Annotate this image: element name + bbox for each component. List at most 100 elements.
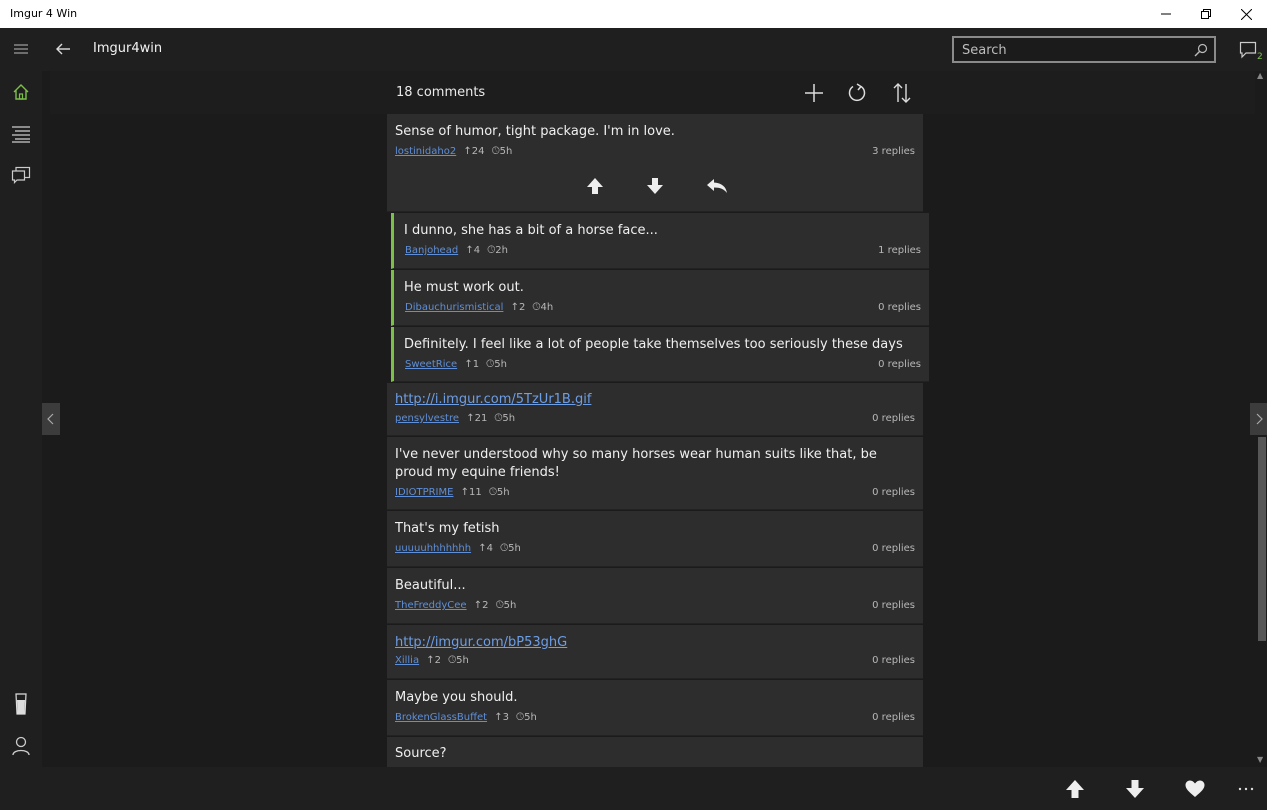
upvote-arrow-icon: ↑ xyxy=(510,302,519,313)
scroll-down-icon[interactable]: ▼ xyxy=(1257,755,1263,764)
comment-author-link[interactable]: IDIOTPRIME xyxy=(395,487,453,498)
comment-author-link[interactable]: Banjohead xyxy=(405,245,458,256)
comment-meta: Xillia ↑2 🕓︎5h xyxy=(395,655,469,666)
upvote-arrow-icon: ↑ xyxy=(466,413,475,424)
beer-glass-icon xyxy=(15,693,27,715)
comment-points: 2 xyxy=(518,302,526,313)
comment-item[interactable]: Sense of humor, tight package. I'm in lo… xyxy=(387,114,923,212)
scrollbar[interactable]: ▲ ▼ xyxy=(1257,71,1267,767)
comment-item[interactable]: Maybe you should. BrokenGlassBuffet ↑3 🕓… xyxy=(387,680,923,736)
replies-count[interactable]: 0 replies xyxy=(872,487,915,498)
upvote-icon xyxy=(1066,780,1084,798)
hamburger-menu-button[interactable] xyxy=(8,36,34,62)
replies-count[interactable]: 0 replies xyxy=(872,712,915,723)
comment-age: 5h xyxy=(494,359,507,370)
comment-item[interactable]: Source? xyxy=(387,737,923,767)
replies-count[interactable]: 0 replies xyxy=(872,543,915,554)
comment-text: That's my fetish xyxy=(395,521,500,536)
comments-list: Sense of humor, tight package. I'm in lo… xyxy=(387,114,929,767)
minimize-button[interactable] xyxy=(1146,0,1186,28)
comment-author-link[interactable]: TheFreddyCee xyxy=(395,600,467,611)
comment-item[interactable]: http://imgur.com/bP53ghG Xillia ↑2 🕓︎5h … xyxy=(387,625,923,679)
refresh-button[interactable] xyxy=(843,79,871,107)
reply-item[interactable]: He must work out. Dibauchurismistical ↑2… xyxy=(391,270,929,326)
reply-button[interactable] xyxy=(703,172,731,200)
comment-item[interactable]: I've never understood why so many horses… xyxy=(387,437,923,510)
replies-count[interactable]: 0 replies xyxy=(872,600,915,611)
comment-link-text[interactable]: http://i.imgur.com/5TzUr1B.gif xyxy=(395,391,905,409)
comment-link-text[interactable]: http://imgur.com/bP53ghG xyxy=(395,634,905,652)
sidebar-item-list[interactable] xyxy=(8,121,34,147)
upvote-arrow-icon: ↑ xyxy=(463,146,472,157)
comment-item[interactable]: Beautiful... TheFreddyCee ↑2 🕓︎5h 0 repl… xyxy=(387,568,923,624)
upvote-button[interactable] xyxy=(581,172,609,200)
comment-author-link[interactable]: uuuuuhhhhhhh xyxy=(395,543,471,554)
reply-item[interactable]: Definitely. I feel like a lot of people … xyxy=(391,327,929,382)
post-upvote-button[interactable] xyxy=(1061,775,1089,803)
sort-icon xyxy=(893,83,911,103)
upvote-arrow-icon: ↑ xyxy=(460,487,470,498)
sidebar xyxy=(0,71,42,810)
comment-author-link[interactable]: BrokenGlassBuffet xyxy=(395,712,487,723)
comment-meta: SweetRice ↑1 🕓︎5h xyxy=(405,359,507,370)
downvote-icon xyxy=(647,178,663,194)
comment-author-link[interactable]: SweetRice xyxy=(405,359,457,370)
previous-post-button[interactable] xyxy=(42,403,60,435)
notifications-button[interactable]: 2 xyxy=(1237,36,1263,62)
sidebar-item-home[interactable] xyxy=(8,79,34,105)
favorite-button[interactable] xyxy=(1181,775,1209,803)
sidebar-item-messages[interactable] xyxy=(8,162,34,188)
search-input[interactable] xyxy=(962,41,1182,59)
refresh-icon xyxy=(848,83,866,102)
clock-icon: 🕓︎ xyxy=(500,543,509,554)
scrollbar-thumb[interactable] xyxy=(1258,437,1266,641)
replies-count[interactable]: 3 replies xyxy=(872,146,915,157)
sort-button[interactable] xyxy=(888,79,916,107)
close-button[interactable] xyxy=(1226,0,1266,28)
plus-icon xyxy=(805,84,823,102)
sidebar-item-account[interactable] xyxy=(8,733,34,759)
reply-icon xyxy=(707,179,727,193)
comment-age: 5h xyxy=(456,655,469,666)
comment-actions xyxy=(387,166,923,206)
clock-icon: 🕓︎ xyxy=(486,359,495,370)
comment-author-link[interactable]: Xillia xyxy=(395,655,419,666)
sidebar-item-beer[interactable] xyxy=(8,691,34,717)
add-comment-button[interactable] xyxy=(800,79,828,107)
clock-icon: 🕓︎ xyxy=(495,600,504,611)
notification-count-badge: 2 xyxy=(1257,52,1263,62)
comment-text: I dunno, she has a bit of a horse face..… xyxy=(404,223,658,238)
post-downvote-button[interactable] xyxy=(1121,775,1149,803)
scroll-up-icon[interactable]: ▲ xyxy=(1257,71,1263,80)
clock-icon: 🕓︎ xyxy=(491,146,500,157)
comment-author-link[interactable]: Dibauchurismistical xyxy=(405,302,503,313)
upvote-arrow-icon: ↑ xyxy=(464,359,473,370)
replies-count[interactable]: 0 replies xyxy=(872,655,915,666)
back-button[interactable] xyxy=(50,36,76,62)
replies-count[interactable]: 0 replies xyxy=(878,302,921,313)
comment-item[interactable]: That's my fetish uuuuuhhhhhhh ↑4 🕓︎5h 0 … xyxy=(387,511,923,567)
comment-item[interactable]: http://i.imgur.com/5TzUr1B.gif pensylves… xyxy=(387,383,923,436)
user-icon xyxy=(12,736,30,756)
comment-author-link[interactable]: pensylvestre xyxy=(395,413,459,424)
window-title: Imgur 4 Win xyxy=(10,7,78,20)
replies-count[interactable]: 0 replies xyxy=(878,359,921,370)
minimize-icon xyxy=(1161,13,1171,15)
comment-text: Maybe you should. xyxy=(395,690,518,705)
replies-count[interactable]: 1 replies xyxy=(878,245,921,256)
restore-icon xyxy=(1201,9,1211,19)
back-arrow-icon xyxy=(56,43,70,55)
comment-text: Sense of humor, tight package. I'm in lo… xyxy=(395,124,675,139)
comment-author-link[interactable]: lostinidaho2 xyxy=(395,146,456,157)
comment-points: 2 xyxy=(482,600,489,611)
comment-points: 21 xyxy=(474,413,488,424)
search-icon[interactable] xyxy=(1194,42,1208,61)
downvote-button[interactable] xyxy=(641,172,669,200)
comment-points: 4 xyxy=(486,543,494,554)
hamburger-icon xyxy=(14,44,28,54)
search-box[interactable] xyxy=(952,36,1216,63)
reply-item[interactable]: I dunno, she has a bit of a horse face..… xyxy=(391,213,929,269)
replies-count[interactable]: 0 replies xyxy=(872,413,915,424)
restore-button[interactable] xyxy=(1186,0,1226,28)
more-options-button[interactable] xyxy=(1232,775,1260,803)
